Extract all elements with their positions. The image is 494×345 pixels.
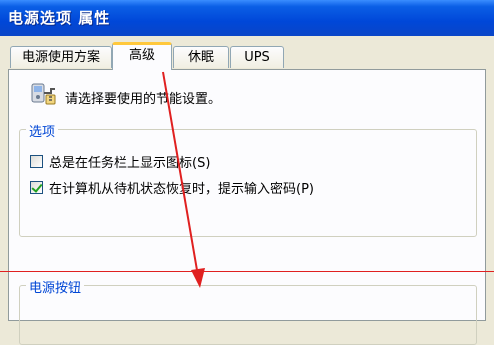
window-titlebar[interactable]: 电源选项 属性 xyxy=(0,0,494,36)
power-buttons-group-label: 电源按钮 xyxy=(26,277,85,296)
prompt-password-label: 在计算机从待机状态恢复时，提示输入密码(P) xyxy=(49,182,314,197)
power-buttons-group: 电源按钮 xyxy=(19,277,477,345)
show-tray-icon-option[interactable]: 总是在任务栏上显示图标(S) xyxy=(30,152,210,171)
annotation-underline xyxy=(0,271,494,272)
prompt-password-checkbox[interactable] xyxy=(30,181,43,194)
tab-ups[interactable]: UPS xyxy=(230,46,284,68)
advanced-panel: 请选择要使用的节能设置。 选项 总是在任务栏上显示图标(S) 在计算机从待机状态… xyxy=(8,69,486,345)
dialog-body: 电源使用方案 高级 休眠 UPS 请选择要使用的节能设置。 选项 总是在任务栏上… xyxy=(0,36,494,345)
power-options-icon xyxy=(31,83,56,105)
intro-text: 请选择要使用的节能设置。 xyxy=(65,92,222,107)
prompt-password-option[interactable]: 在计算机从待机状态恢复时，提示输入密码(P) xyxy=(30,178,314,197)
options-group-label: 选项 xyxy=(26,121,59,140)
tab-strip: 电源使用方案 高级 休眠 UPS xyxy=(0,36,494,70)
show-tray-icon-checkbox[interactable] xyxy=(30,155,43,168)
options-group: 选项 总是在任务栏上显示图标(S) 在计算机从待机状态恢复时，提示输入密码(P) xyxy=(19,121,477,237)
window-title: 电源选项 属性 xyxy=(8,9,111,27)
show-tray-icon-label: 总是在任务栏上显示图标(S) xyxy=(49,156,211,171)
tab-hibernate[interactable]: 休眠 xyxy=(173,46,229,68)
tab-advanced[interactable]: 高级 xyxy=(112,42,172,70)
tab-power-schemes[interactable]: 电源使用方案 xyxy=(10,46,112,68)
